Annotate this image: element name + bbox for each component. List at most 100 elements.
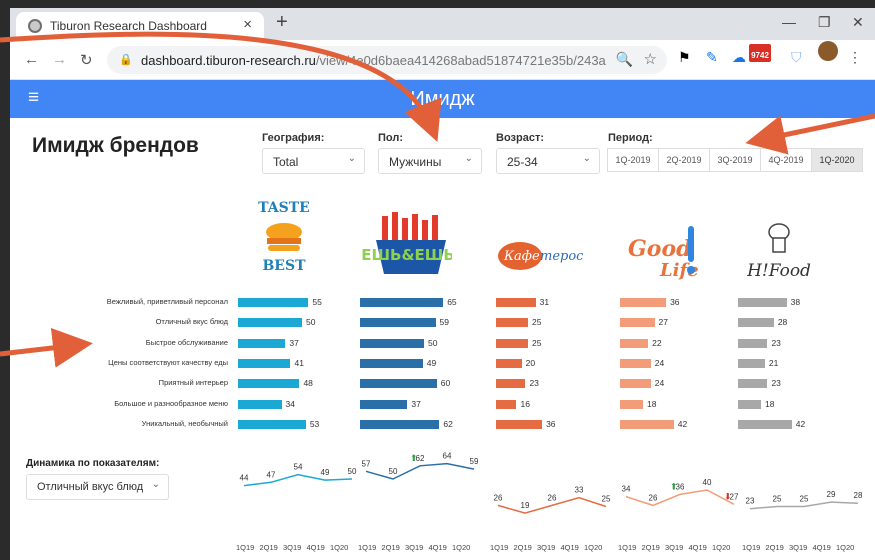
bar[interactable] bbox=[496, 379, 526, 389]
period-selector: 1Q-2019 2Q-2019 3Q-2019 4Q-2019 1Q-2020 bbox=[607, 148, 863, 172]
bar[interactable] bbox=[738, 379, 768, 389]
bar[interactable] bbox=[238, 419, 306, 429]
bar[interactable] bbox=[620, 318, 655, 328]
bar[interactable] bbox=[360, 338, 424, 348]
close-window-icon[interactable]: ✕ bbox=[852, 14, 864, 31]
sparkline-value: 29 bbox=[827, 490, 836, 499]
dynamics-select[interactable]: Отличный вкус блюд ⌄ bbox=[26, 474, 169, 500]
bar[interactable] bbox=[238, 358, 291, 368]
attribute-label: Отличный вкус блюд bbox=[155, 317, 228, 327]
bar-value-label: 49 bbox=[426, 357, 437, 368]
age-value: 25-34 bbox=[507, 155, 538, 169]
period-button[interactable]: 4Q-2019 bbox=[760, 148, 812, 172]
bar[interactable] bbox=[496, 318, 528, 328]
quarter-tick-label: 3Q19 bbox=[789, 543, 808, 552]
attribute-label: Приятный интерьер bbox=[158, 378, 228, 388]
bar[interactable] bbox=[496, 338, 528, 348]
bar[interactable] bbox=[360, 318, 436, 328]
gmail-icon[interactable]: 9742 bbox=[749, 44, 771, 62]
arrow-up-icon: ⬆ bbox=[670, 481, 678, 491]
bar[interactable] bbox=[496, 399, 517, 409]
zoom-icon[interactable]: 🔍 bbox=[616, 51, 633, 68]
quarter-tick-label: 1Q19 bbox=[490, 543, 509, 552]
bar-value-label: 23 bbox=[771, 378, 781, 389]
bar[interactable] bbox=[360, 298, 444, 307]
bar[interactable] bbox=[360, 419, 440, 429]
bar[interactable] bbox=[360, 399, 408, 409]
minimize-icon[interactable]: — bbox=[782, 14, 796, 30]
pen-icon[interactable]: ✎ bbox=[706, 49, 718, 66]
brand-logo-h-food: H!Food bbox=[746, 223, 811, 281]
bar[interactable] bbox=[620, 298, 667, 307]
browser-tab[interactable]: Tiburon Research Dashboard × bbox=[16, 12, 264, 40]
quarter-tick-label: 3Q19 bbox=[665, 543, 684, 552]
bar[interactable] bbox=[620, 358, 651, 368]
attribute-label: Цены соответствуют качеству еды bbox=[108, 357, 228, 367]
bar-value-label: 36 bbox=[546, 418, 556, 429]
bar[interactable] bbox=[496, 298, 536, 307]
sparkline-value: 26 bbox=[494, 493, 503, 502]
sex-select[interactable]: Мужчины ⌄ bbox=[378, 148, 482, 174]
quarter-tick-label: 3Q19 bbox=[405, 543, 424, 552]
url-field[interactable]: 🔒 dashboard.tiburon-research.ru/view/4e0… bbox=[107, 46, 667, 74]
quarter-tick-label: 1Q20 bbox=[330, 543, 349, 552]
shield-icon[interactable]: ⛉ bbox=[791, 49, 802, 66]
sparkline-value: 57 bbox=[362, 459, 371, 468]
extension-icon[interactable]: ⚑ bbox=[678, 49, 691, 66]
bookmark-star-icon[interactable]: ☆ bbox=[644, 50, 657, 68]
bar-value-label: 42 bbox=[677, 418, 688, 429]
reload-icon[interactable]: ↻ bbox=[80, 51, 93, 69]
bar[interactable] bbox=[620, 399, 644, 409]
period-button[interactable]: 3Q-2019 bbox=[709, 148, 761, 172]
logo-text: Good bbox=[628, 236, 692, 262]
bar[interactable] bbox=[620, 419, 674, 429]
quarter-tick-label: 1Q20 bbox=[584, 543, 603, 552]
logo-text: H!Food bbox=[746, 261, 811, 281]
bar[interactable] bbox=[238, 298, 309, 307]
bar-value-label: 42 bbox=[795, 418, 806, 429]
tab-strip: Tiburon Research Dashboard × + — ❐ ✕ bbox=[10, 8, 875, 40]
bar[interactable] bbox=[238, 379, 300, 389]
bar[interactable] bbox=[238, 338, 286, 348]
period-button[interactable]: 2Q-2019 bbox=[658, 148, 710, 172]
bar[interactable] bbox=[738, 318, 774, 328]
sparkline-value: 23 bbox=[746, 497, 755, 506]
bar[interactable] bbox=[620, 338, 649, 348]
restore-icon[interactable]: ❐ bbox=[818, 14, 831, 31]
quarter-tick-label: 2Q19 bbox=[381, 543, 400, 552]
sparkline-value: 33 bbox=[575, 486, 584, 495]
bar-value-label: 25 bbox=[532, 337, 542, 348]
bar[interactable] bbox=[496, 419, 543, 429]
bar-value-label: 16 bbox=[520, 398, 530, 409]
forward-icon[interactable]: → bbox=[52, 51, 67, 68]
geo-select[interactable]: Total ⌄ bbox=[262, 148, 365, 174]
period-button[interactable]: 1Q-2020 bbox=[811, 148, 863, 172]
bar[interactable] bbox=[238, 318, 302, 328]
bar[interactable] bbox=[360, 379, 437, 389]
bar[interactable] bbox=[496, 358, 522, 368]
new-tab-icon[interactable]: + bbox=[276, 11, 288, 34]
back-icon[interactable]: ← bbox=[24, 51, 39, 68]
quarter-tick-label: 3Q19 bbox=[537, 543, 556, 552]
bar[interactable] bbox=[738, 419, 792, 429]
bar[interactable] bbox=[360, 358, 423, 368]
age-select[interactable]: 25-34 ⌄ bbox=[496, 148, 600, 174]
menu-kebab-icon[interactable]: ⋮ bbox=[848, 49, 862, 66]
cloud-icon[interactable]: ☁ bbox=[732, 49, 746, 66]
bar[interactable] bbox=[738, 338, 768, 348]
bar[interactable] bbox=[738, 358, 765, 368]
close-tab-icon[interactable]: × bbox=[243, 16, 252, 33]
avatar[interactable] bbox=[818, 41, 838, 61]
favicon-icon bbox=[28, 19, 42, 33]
sparkline-value: 59 bbox=[470, 457, 479, 466]
bar[interactable] bbox=[238, 399, 282, 409]
sparkline-value: 54 bbox=[294, 463, 303, 472]
bar-value-label: 20 bbox=[525, 357, 536, 368]
bar[interactable] bbox=[738, 399, 762, 409]
quarter-tick-label: 1Q20 bbox=[836, 543, 855, 552]
period-button[interactable]: 1Q-2019 bbox=[607, 148, 659, 172]
bar[interactable] bbox=[738, 298, 787, 307]
bar[interactable] bbox=[620, 379, 651, 389]
quarter-tick-label: 2Q19 bbox=[765, 543, 784, 552]
burger-bottom-icon bbox=[268, 245, 300, 251]
